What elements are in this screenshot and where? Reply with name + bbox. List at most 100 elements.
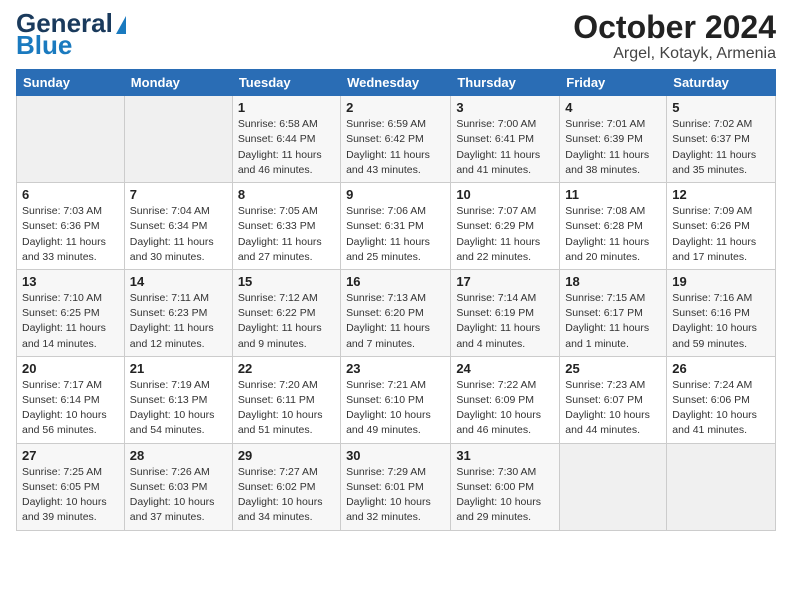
day-number: 3 [456, 100, 554, 115]
day-number: 8 [238, 187, 335, 202]
day-number: 1 [238, 100, 335, 115]
calendar-header-row: Sunday Monday Tuesday Wednesday Thursday… [17, 70, 776, 96]
day-info: Sunrise: 7:21 AMSunset: 6:10 PMDaylight:… [346, 378, 445, 439]
day-number: 10 [456, 187, 554, 202]
day-info: Sunrise: 6:58 AMSunset: 6:44 PMDaylight:… [238, 117, 335, 178]
logo: General Blue [16, 10, 126, 58]
day-number: 23 [346, 361, 445, 376]
calendar-week-row: 13 Sunrise: 7:10 AMSunset: 6:25 PMDayligh… [17, 269, 776, 356]
day-info: Sunrise: 7:24 AMSunset: 6:06 PMDaylight:… [672, 378, 770, 439]
day-number: 18 [565, 274, 661, 289]
table-row: 29Sunrise: 7:27 AMSunset: 6:02 PMDayligh… [232, 443, 340, 530]
title-block: October 2024 Argel, Kotayk, Armenia [573, 10, 776, 63]
table-row: 17 Sunrise: 7:14 AMSunset: 6:19 PMDayligh… [451, 269, 560, 356]
table-row: 20 Sunrise: 7:17 AMSunset: 6:14 PMDayligh… [17, 356, 125, 443]
day-number: 28 [130, 448, 227, 463]
day-info: Sunrise: 7:09 AMSunset: 6:26 PMDaylight:… [672, 204, 770, 265]
day-number: 9 [346, 187, 445, 202]
table-row: 3 Sunrise: 7:00 AMSunset: 6:41 PMDaylight… [451, 96, 560, 183]
day-number: 20 [22, 361, 119, 376]
calendar-week-row: 27 Sunrise: 7:25 AMSunset: 6:05 PMDayligh… [17, 443, 776, 530]
table-row: 22 Sunrise: 7:20 AMSunset: 6:11 PMDayligh… [232, 356, 340, 443]
day-number: 26 [672, 361, 770, 376]
day-number: 4 [565, 100, 661, 115]
col-sunday: Sunday [17, 70, 125, 96]
table-row: 5 Sunrise: 7:02 AMSunset: 6:37 PMDaylight… [667, 96, 776, 183]
day-number: 14 [130, 274, 227, 289]
day-info: Sunrise: 7:29 AMSunset: 6:01 PMDaylight:… [346, 465, 445, 526]
calendar-week-row: 6 Sunrise: 7:03 AMSunset: 6:36 PMDaylight… [17, 183, 776, 270]
day-info: Sunrise: 7:03 AMSunset: 6:36 PMDaylight:… [22, 204, 119, 265]
day-info: Sunrise: 6:59 AMSunset: 6:42 PMDaylight:… [346, 117, 445, 178]
calendar-table: Sunday Monday Tuesday Wednesday Thursday… [16, 69, 776, 530]
table-row: 31 Sunrise: 7:30 AMSunset: 6:00 PMDayligh… [451, 443, 560, 530]
table-row: 21 Sunrise: 7:19 AMSunset: 6:13 PMDayligh… [124, 356, 232, 443]
day-number: 16 [346, 274, 445, 289]
col-friday: Friday [560, 70, 667, 96]
day-info: Sunrise: 7:02 AMSunset: 6:37 PMDaylight:… [672, 117, 770, 178]
day-number: 30 [346, 448, 445, 463]
day-info: Sunrise: 7:06 AMSunset: 6:31 PMDaylight:… [346, 204, 445, 265]
table-row: 30 Sunrise: 7:29 AMSunset: 6:01 PMDayligh… [341, 443, 451, 530]
calendar-week-row: 1 Sunrise: 6:58 AMSunset: 6:44 PMDaylight… [17, 96, 776, 183]
table-row: 4Sunrise: 7:01 AMSunset: 6:39 PMDaylight… [560, 96, 667, 183]
day-info: Sunrise: 7:04 AMSunset: 6:34 PMDaylight:… [130, 204, 227, 265]
calendar-week-row: 20 Sunrise: 7:17 AMSunset: 6:14 PMDayligh… [17, 356, 776, 443]
day-number: 22 [238, 361, 335, 376]
day-info: Sunrise: 7:20 AMSunset: 6:11 PMDaylight:… [238, 378, 335, 439]
table-row: 24 Sunrise: 7:22 AMSunset: 6:09 PMDayligh… [451, 356, 560, 443]
table-row: 28 Sunrise: 7:26 AMSunset: 6:03 PMDayligh… [124, 443, 232, 530]
day-number: 6 [22, 187, 119, 202]
table-row: 19 Sunrise: 7:16 AMSunset: 6:16 PMDayligh… [667, 269, 776, 356]
table-row: 13 Sunrise: 7:10 AMSunset: 6:25 PMDayligh… [17, 269, 125, 356]
day-info: Sunrise: 7:14 AMSunset: 6:19 PMDaylight:… [456, 291, 554, 352]
page: General Blue October 2024 Argel, Kotayk,… [0, 0, 792, 612]
col-tuesday: Tuesday [232, 70, 340, 96]
day-number: 31 [456, 448, 554, 463]
day-info: Sunrise: 7:12 AMSunset: 6:22 PMDaylight:… [238, 291, 335, 352]
table-row [667, 443, 776, 530]
day-info: Sunrise: 7:05 AMSunset: 6:33 PMDaylight:… [238, 204, 335, 265]
col-monday: Monday [124, 70, 232, 96]
day-info: Sunrise: 7:11 AMSunset: 6:23 PMDaylight:… [130, 291, 227, 352]
table-row: 2 Sunrise: 6:59 AMSunset: 6:42 PMDaylight… [341, 96, 451, 183]
day-info: Sunrise: 7:17 AMSunset: 6:14 PMDaylight:… [22, 378, 119, 439]
day-info: Sunrise: 7:13 AMSunset: 6:20 PMDaylight:… [346, 291, 445, 352]
table-row: 25 Sunrise: 7:23 AMSunset: 6:07 PMDayligh… [560, 356, 667, 443]
day-info: Sunrise: 7:00 AMSunset: 6:41 PMDaylight:… [456, 117, 554, 178]
day-number: 24 [456, 361, 554, 376]
day-number: 12 [672, 187, 770, 202]
day-info: Sunrise: 7:10 AMSunset: 6:25 PMDaylight:… [22, 291, 119, 352]
day-number: 25 [565, 361, 661, 376]
page-title: October 2024 [573, 10, 776, 45]
day-info: Sunrise: 7:22 AMSunset: 6:09 PMDaylight:… [456, 378, 554, 439]
day-number: 11 [565, 187, 661, 202]
day-info: Sunrise: 7:23 AMSunset: 6:07 PMDaylight:… [565, 378, 661, 439]
col-saturday: Saturday [667, 70, 776, 96]
day-info: Sunrise: 7:19 AMSunset: 6:13 PMDaylight:… [130, 378, 227, 439]
table-row: 16 Sunrise: 7:13 AMSunset: 6:20 PMDayligh… [341, 269, 451, 356]
day-number: 15 [238, 274, 335, 289]
table-row [17, 96, 125, 183]
day-info: Sunrise: 7:30 AMSunset: 6:00 PMDaylight:… [456, 465, 554, 526]
day-number: 27 [22, 448, 119, 463]
day-info: Sunrise: 7:26 AMSunset: 6:03 PMDaylight:… [130, 465, 227, 526]
day-info: Sunrise: 7:16 AMSunset: 6:16 PMDaylight:… [672, 291, 770, 352]
day-info: Sunrise: 7:25 AMSunset: 6:05 PMDaylight:… [22, 465, 119, 526]
table-row: 23 Sunrise: 7:21 AMSunset: 6:10 PMDayligh… [341, 356, 451, 443]
day-info: Sunrise: 7:07 AMSunset: 6:29 PMDaylight:… [456, 204, 554, 265]
day-number: 17 [456, 274, 554, 289]
table-row: 14 Sunrise: 7:11 AMSunset: 6:23 PMDayligh… [124, 269, 232, 356]
day-number: 2 [346, 100, 445, 115]
col-wednesday: Wednesday [341, 70, 451, 96]
table-row: 26 Sunrise: 7:24 AMSunset: 6:06 PMDayligh… [667, 356, 776, 443]
day-number: 7 [130, 187, 227, 202]
day-number: 5 [672, 100, 770, 115]
table-row [124, 96, 232, 183]
day-number: 13 [22, 274, 119, 289]
day-number: 21 [130, 361, 227, 376]
day-info: Sunrise: 7:27 AMSunset: 6:02 PMDaylight:… [238, 465, 335, 526]
table-row: 7 Sunrise: 7:04 AMSunset: 6:34 PMDaylight… [124, 183, 232, 270]
day-number: 19 [672, 274, 770, 289]
table-row: 18Sunrise: 7:15 AMSunset: 6:17 PMDayligh… [560, 269, 667, 356]
